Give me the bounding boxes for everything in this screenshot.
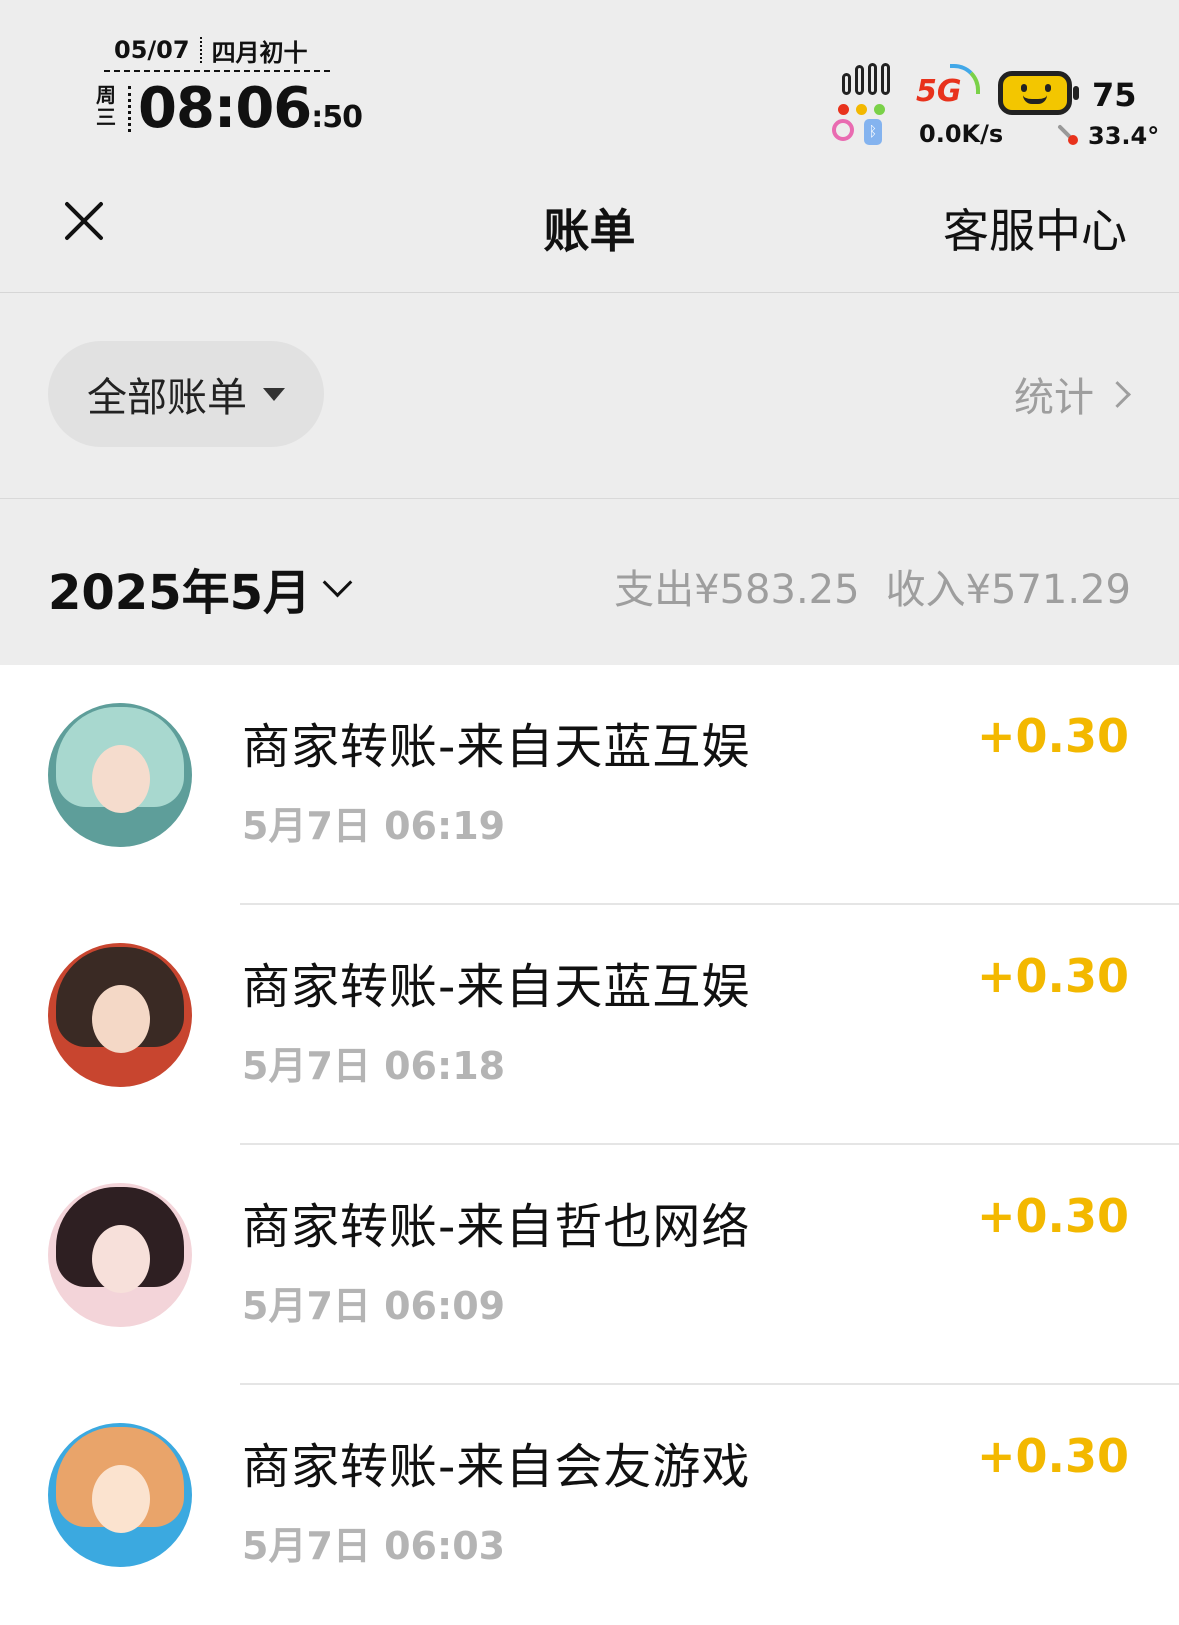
status-small-icons: ᛒ xyxy=(832,119,882,145)
transaction-title: 商家转账-来自天蓝互娱 xyxy=(242,719,751,775)
month-expense: 支出¥583.25 xyxy=(614,567,860,613)
transaction-amount: +0.30 xyxy=(976,1189,1129,1243)
caret-down-icon xyxy=(263,387,285,401)
time-separator xyxy=(128,86,131,132)
transaction-row[interactable]: 商家转账-来自天蓝互娱 5月7日 06:19 +0.30 xyxy=(0,665,1179,905)
weekday: 周三 xyxy=(96,83,116,129)
avatar xyxy=(48,943,192,1087)
date: 05/07 xyxy=(114,36,190,64)
status-dots-icon xyxy=(838,104,885,115)
service-center-link[interactable]: 客服中心 xyxy=(943,195,1127,261)
battery-level: 75 xyxy=(1092,76,1137,114)
bill-filter-dropdown[interactable]: 全部账单 xyxy=(48,341,324,447)
battery-face-icon xyxy=(998,71,1079,115)
month-selector[interactable]: 2025年5月 xyxy=(48,553,353,623)
transaction-time: 5月7日 06:19 xyxy=(242,804,506,848)
status-bar: 05/07 四月初十 周三 08:06:50 ᛒ 5G 0.0K/s 75 33… xyxy=(0,0,1179,165)
transaction-amount: +0.30 xyxy=(976,949,1129,1003)
transaction-list: 商家转账-来自天蓝互娱 5月7日 06:19 +0.30 商家转账-来自天蓝互娱… xyxy=(0,665,1179,1625)
chevron-down-icon xyxy=(322,567,353,597)
month-label: 2025年5月 xyxy=(48,565,311,621)
date-separator xyxy=(199,37,202,63)
filter-bar: 全部账单 统计 xyxy=(0,293,1179,499)
lunar-date: 四月初十 xyxy=(211,38,308,67)
statistics-link[interactable]: 统计 xyxy=(1014,365,1131,423)
avatar xyxy=(48,1423,192,1567)
transaction-amount: +0.30 xyxy=(976,709,1129,763)
transaction-time: 5月7日 06:09 xyxy=(242,1284,506,1328)
nav-bar: 账单 客服中心 xyxy=(0,165,1179,293)
avatar xyxy=(48,703,192,847)
month-header: 2025年5月 支出¥583.25 收入¥571.29 xyxy=(0,499,1179,665)
net-speed: 0.0K/s xyxy=(919,120,1004,148)
headphone-icon xyxy=(832,119,854,141)
date-display: 05/07 四月初十 xyxy=(104,30,330,72)
temperature: 33.4° xyxy=(1088,122,1160,150)
transaction-title: 商家转账-来自会友游戏 xyxy=(242,1439,751,1495)
transaction-time: 5月7日 06:03 xyxy=(242,1524,506,1568)
transaction-row[interactable]: 商家转账-来自哲也网络 5月7日 06:09 +0.30 xyxy=(0,1145,1179,1385)
thermometer-icon xyxy=(1058,125,1078,145)
transaction-title: 商家转账-来自哲也网络 xyxy=(242,1199,751,1255)
clock-time: 08:06 xyxy=(138,76,312,141)
clock-seconds: :50 xyxy=(311,100,363,135)
transaction-title: 商家转账-来自天蓝互娱 xyxy=(242,959,751,1015)
wifi-arc-icon xyxy=(950,64,980,94)
transaction-time: 5月7日 06:18 xyxy=(242,1044,506,1088)
clock: 08:06:50 xyxy=(138,76,363,141)
bluetooth-icon: ᛒ xyxy=(864,119,882,145)
bill-filter-label: 全部账单 xyxy=(87,375,247,421)
signal-bars-icon xyxy=(842,63,890,95)
transaction-row[interactable]: 商家转账-来自天蓝互娱 5月7日 06:18 +0.30 xyxy=(0,905,1179,1145)
month-summary: 支出¥583.25 收入¥571.29 xyxy=(614,557,1131,615)
statistics-label: 统计 xyxy=(1014,375,1094,421)
month-income: 收入¥571.29 xyxy=(885,567,1131,613)
transaction-amount: +0.30 xyxy=(976,1429,1129,1483)
chevron-right-icon xyxy=(1104,380,1131,408)
avatar xyxy=(48,1183,192,1327)
transaction-row[interactable]: 商家转账-来自会友游戏 5月7日 06:03 +0.30 xyxy=(0,1385,1179,1625)
